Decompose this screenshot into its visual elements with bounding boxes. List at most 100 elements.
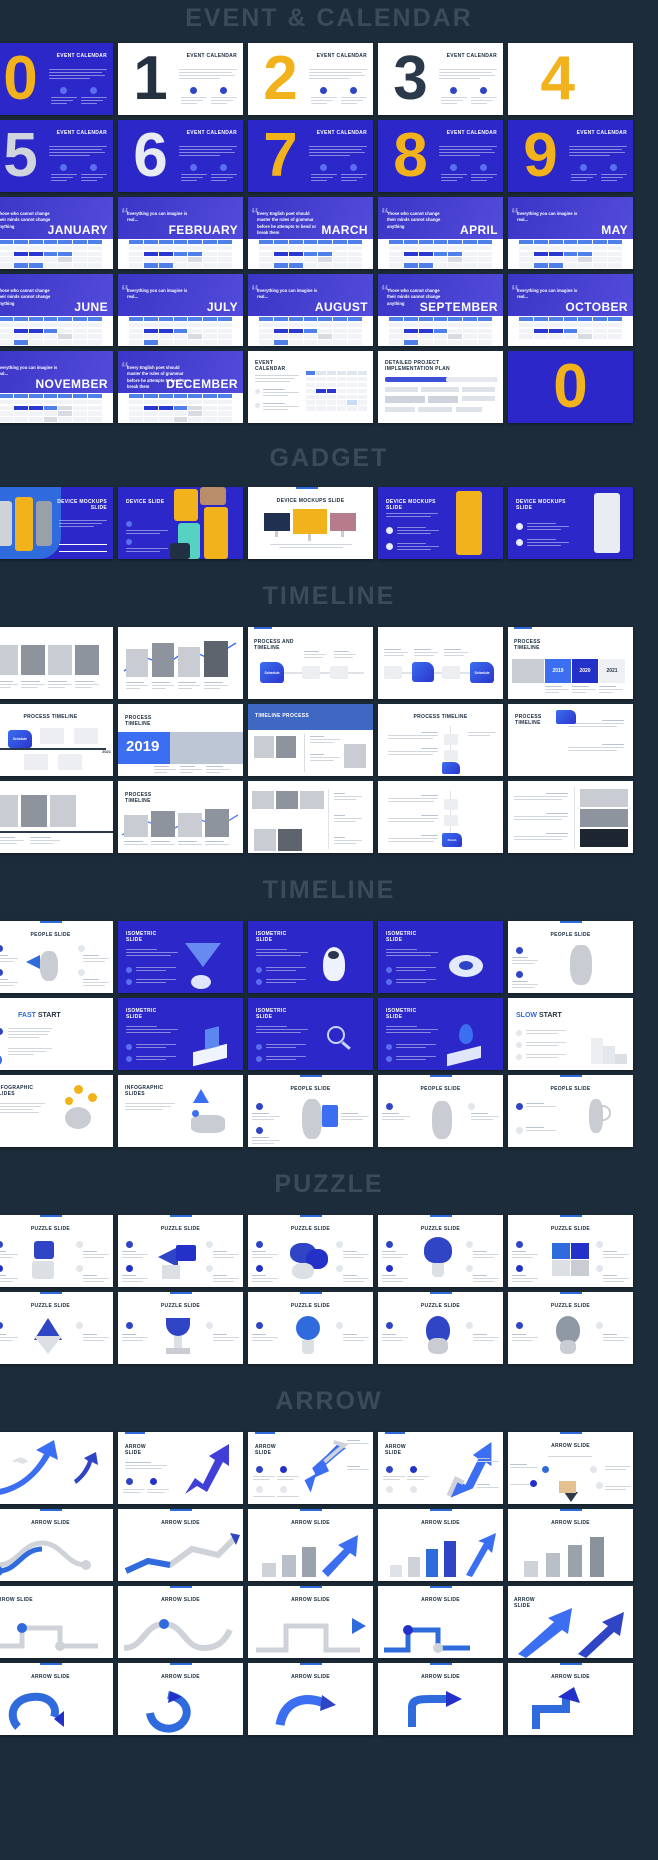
slide-thumbnail[interactable] bbox=[0, 1432, 113, 1504]
slide-thumbnail[interactable]: PUZZLE SLIDE bbox=[248, 1292, 373, 1364]
slide-thumbnail[interactable]: ARROW SLIDE bbox=[118, 1509, 243, 1581]
slide-thumbnail[interactable]: ISOMETRIC SLIDE bbox=[248, 998, 373, 1070]
slide-thumbnail[interactable]: ISOMETRIC SLIDE bbox=[378, 921, 503, 993]
slide-thumbnail[interactable]: SLOW START bbox=[508, 998, 633, 1070]
slide-title: FAST START bbox=[18, 1012, 61, 1019]
slide-thumbnail[interactable]: PROCESS TIMELINE bbox=[508, 704, 633, 776]
slide-thumbnail[interactable]: 0 bbox=[508, 351, 633, 423]
slide-thumbnail[interactable]: DEVICE MOCKUPS SLIDE bbox=[508, 487, 633, 559]
slide-thumbnail[interactable]: ARROW SLIDE bbox=[378, 1432, 503, 1504]
slide-thumbnail[interactable]: “ Every English poet should master the r… bbox=[248, 197, 373, 269]
slide-thumbnail[interactable]: EVENT CALENDAR bbox=[248, 351, 373, 423]
slide-thumbnail[interactable]: DETAILED PROJECT IMPLEMENTATION PLAN bbox=[378, 351, 503, 423]
slide-thumbnail[interactable]: 1 EVENT CALENDAR bbox=[118, 43, 243, 115]
slide-thumbnail[interactable]: PUZZLE SLIDE bbox=[0, 1292, 113, 1364]
slide-thumbnail[interactable]: ISOMETRIC SLIDE bbox=[248, 921, 373, 993]
slide-thumbnail[interactable]: ARROW SLIDE bbox=[248, 1509, 373, 1581]
slide-thumbnail[interactable]: 2 EVENT CALENDAR bbox=[248, 43, 373, 115]
slide-thumbnail[interactable]: PROCESS TIMELINE Schedule 2019 2021 bbox=[0, 704, 113, 776]
slide-thumbnail[interactable]: PEOPLE SLIDE bbox=[248, 1075, 373, 1147]
year-label: 2020 bbox=[579, 668, 591, 674]
slide-thumbnail[interactable]: INFOGRAPHIC SLIDES bbox=[0, 1075, 113, 1147]
fast-start-rest: START bbox=[35, 1012, 61, 1019]
slide-thumbnail[interactable]: PROCESS TIMELINE bbox=[378, 704, 503, 776]
slide-thumbnail[interactable]: PUZZLE SLIDE bbox=[118, 1292, 243, 1364]
slide-thumbnail[interactable]: “ Everything you can imagine is real... … bbox=[508, 197, 633, 269]
slide-thumbnail[interactable]: PUZZLE SLIDE bbox=[508, 1292, 633, 1364]
slide-thumbnail[interactable]: PEOPLE SLIDE bbox=[378, 1075, 503, 1147]
slide-thumbnail[interactable]: PROCESS TIMELINE 2019 2020 2021 bbox=[508, 627, 633, 699]
slide-thumbnail[interactable]: ARROW SLIDE bbox=[508, 1663, 633, 1735]
slide-title: PUZZLE SLIDE bbox=[30, 1226, 71, 1232]
slide-thumbnail[interactable]: ARROW SLIDE bbox=[508, 1432, 633, 1504]
slide-thumbnail[interactable] bbox=[0, 627, 113, 699]
slide-thumbnail[interactable]: PUZZLE SLIDE bbox=[0, 1215, 113, 1287]
slide-thumbnail[interactable] bbox=[248, 781, 373, 853]
slide-thumbnail[interactable]: “ Those who cannot change their minds ca… bbox=[378, 274, 503, 346]
slide-thumbnail[interactable]: 0 EVENT CALENDAR bbox=[0, 43, 113, 115]
slide-thumbnail[interactable]: 4 bbox=[508, 43, 633, 115]
slide-thumbnail[interactable]: Finish bbox=[378, 781, 503, 853]
slide-thumbnail[interactable]: “ Everything you can imagine is real... … bbox=[118, 274, 243, 346]
slide-thumbnail[interactable]: 8 EVENT CALENDAR bbox=[378, 120, 503, 192]
slide-thumbnail[interactable]: “ Those who cannot change their minds ca… bbox=[0, 274, 113, 346]
slide-thumbnail[interactable]: ARROW SLIDE bbox=[118, 1586, 243, 1658]
slide-thumbnail[interactable]: 6 EVENT CALENDAR bbox=[118, 120, 243, 192]
slide-thumbnail[interactable]: ARROW SLIDE bbox=[248, 1663, 373, 1735]
slide-title: PEOPLE SLIDE bbox=[290, 1086, 331, 1092]
slide-thumbnail[interactable]: DEVICE SLIDE bbox=[118, 487, 243, 559]
slide-thumbnail[interactable]: ISOMETRIC SLIDE bbox=[378, 998, 503, 1070]
slide-thumbnail[interactable]: “ Everything you can imagine is real... … bbox=[248, 274, 373, 346]
slide-thumbnail[interactable]: DEVICE MOCKUPS SLIDE bbox=[0, 487, 113, 559]
slide-title: EVENT CALENDAR bbox=[446, 53, 497, 59]
slide-thumbnail[interactable]: PROCESS TIMELINE bbox=[118, 781, 243, 853]
slide-thumbnail[interactable]: FAST START bbox=[0, 998, 113, 1070]
slide-thumbnail[interactable]: ARROW SLIDE bbox=[118, 1432, 243, 1504]
slide-thumbnail[interactable]: 3 EVENT CALENDAR bbox=[378, 43, 503, 115]
slide-thumbnail[interactable]: PEOPLE SLIDE bbox=[508, 921, 633, 993]
slide-thumbnail[interactable]: PUZZLE SLIDE bbox=[378, 1215, 503, 1287]
slide-thumbnail[interactable]: ARROW SLIDE bbox=[248, 1586, 373, 1658]
slide-thumbnail[interactable]: 7 EVENT CALENDAR bbox=[248, 120, 373, 192]
slide-thumbnail[interactable]: 5 EVENT CALENDAR bbox=[0, 120, 113, 192]
slide-thumbnail[interactable]: Schedule bbox=[378, 627, 503, 699]
slide-thumbnail[interactable]: ISOMETRIC SLIDE bbox=[118, 998, 243, 1070]
slide-thumbnail[interactable]: PUZZLE SLIDE bbox=[118, 1215, 243, 1287]
slide-thumbnail[interactable]: “ Those who cannot change their minds ca… bbox=[0, 197, 113, 269]
slide-thumbnail[interactable]: ARROW SLIDE bbox=[378, 1663, 503, 1735]
arrow-icon bbox=[262, 1535, 358, 1577]
slide-thumbnail[interactable]: PROCESS TIMELINE 2019 bbox=[118, 704, 243, 776]
slide-thumbnail[interactable]: “ Every English poet should master the r… bbox=[118, 351, 243, 423]
slide-thumbnail[interactable]: ARROW SLIDE bbox=[0, 1663, 113, 1735]
slide-thumbnail[interactable] bbox=[508, 781, 633, 853]
slide-thumbnail[interactable]: ARROW SLIDE bbox=[508, 1509, 633, 1581]
slide-thumbnail[interactable]: “ Everything you can imagine is real... … bbox=[508, 274, 633, 346]
slide-thumbnail[interactable]: ARROW SLIDE bbox=[118, 1663, 243, 1735]
slide-thumbnail[interactable]: ARROW SLIDE bbox=[378, 1509, 503, 1581]
slide-thumbnail[interactable]: “ Those who cannot change their minds ca… bbox=[378, 197, 503, 269]
slide-thumbnail[interactable]: PUZZLE SLIDE bbox=[248, 1215, 373, 1287]
slide-thumbnail[interactable]: PEOPLE SLIDE bbox=[508, 1075, 633, 1147]
slide-thumbnail[interactable] bbox=[118, 627, 243, 699]
slide-thumbnail[interactable]: DEVICE MOCKUPS SLIDE bbox=[248, 487, 373, 559]
slide-thumbnail[interactable] bbox=[0, 781, 113, 853]
slide-thumbnail[interactable]: PEOPLE SLIDE bbox=[0, 921, 113, 993]
slide-thumbnail[interactable]: ARROW SLIDE bbox=[0, 1509, 113, 1581]
slide-thumbnail[interactable]: PUZZLE SLIDE bbox=[508, 1215, 633, 1287]
slide-thumbnail[interactable]: TIMELINE PROCESS bbox=[248, 704, 373, 776]
slide-thumbnail[interactable]: INFOGRAPHIC SLIDES bbox=[118, 1075, 243, 1147]
slide-thumbnail[interactable]: ARROW SLIDE bbox=[378, 1586, 503, 1658]
hero-number: 5 bbox=[3, 121, 38, 190]
slide-thumbnail[interactable]: 9 EVENT CALENDAR bbox=[508, 120, 633, 192]
slide-title: ARROW SLIDE bbox=[255, 1444, 276, 1457]
slide-thumbnail[interactable]: PROCESS AND TIMELINE Schedule bbox=[248, 627, 373, 699]
slide-thumbnail[interactable]: ARROW SLIDE bbox=[248, 1432, 373, 1504]
slide-thumbnail[interactable]: ISOMETRIC SLIDE bbox=[118, 921, 243, 993]
slide-title: ARROW SLIDE bbox=[291, 1674, 330, 1680]
slide-thumbnail[interactable]: ARROW SLIDE bbox=[0, 1586, 113, 1658]
slide-thumbnail[interactable]: “ Everything you can imagine is real... … bbox=[0, 351, 113, 423]
slide-thumbnail[interactable]: ARROW SLIDE bbox=[508, 1586, 633, 1658]
slide-thumbnail[interactable]: PUZZLE SLIDE bbox=[378, 1292, 503, 1364]
slide-thumbnail[interactable]: DEVICE MOCKUPS SLIDE bbox=[378, 487, 503, 559]
slide-thumbnail[interactable]: “ Everything you can imagine is real... … bbox=[118, 197, 243, 269]
